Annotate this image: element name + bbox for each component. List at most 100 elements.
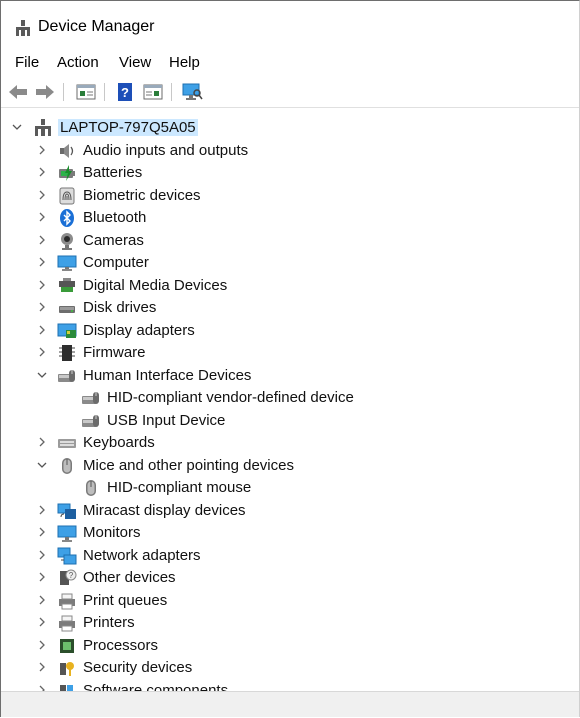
- camera-icon: [61, 232, 73, 250]
- miracast-icon: [57, 503, 76, 519]
- chevron-right-icon[interactable]: [36, 300, 48, 314]
- tree-node-software-components[interactable]: Software components: [1, 680, 579, 692]
- tree-node-label: Miracast display devices: [83, 501, 246, 519]
- tree-node-label: Mice and other pointing devices: [83, 456, 294, 474]
- media-device-icon: [59, 277, 75, 292]
- forward-icon[interactable]: [34, 81, 56, 103]
- properties-icon[interactable]: [75, 81, 97, 103]
- tree-node-label: Firmware: [83, 344, 146, 361]
- chevron-right-icon[interactable]: [36, 345, 48, 359]
- tree-node-audio-inputs-and-outputs[interactable]: Audio inputs and outputs: [1, 140, 579, 162]
- chevron-right-icon[interactable]: [36, 143, 48, 157]
- tree-node-label: Security devices: [83, 659, 193, 676]
- tree-node-label: Biometric devices: [83, 186, 201, 204]
- scan-hardware-icon[interactable]: [181, 81, 203, 103]
- mouse-icon: [62, 457, 72, 474]
- chevron-right-icon[interactable]: [36, 615, 48, 629]
- chevron-right-icon[interactable]: [36, 323, 48, 337]
- tree-node-security-devices[interactable]: Security devices: [1, 657, 579, 679]
- tree-child-usb-input-device[interactable]: USB Input Device: [1, 410, 579, 432]
- tree-node-label: Software components: [83, 681, 229, 692]
- tree-child-label: USB Input Device: [107, 411, 226, 429]
- chevron-right-icon[interactable]: [36, 165, 48, 179]
- tree-node-digital-media-devices[interactable]: Digital Media Devices: [1, 275, 579, 297]
- toolbar: ?: [1, 77, 579, 108]
- back-icon[interactable]: [7, 81, 29, 103]
- tree-node-firmware[interactable]: Firmware: [1, 342, 579, 364]
- menu-bar: File Action View Help: [1, 50, 579, 74]
- help-icon[interactable]: ?: [114, 81, 136, 103]
- tree-root[interactable]: LAPTOP-797Q5A05: [1, 117, 579, 139]
- chevron-down-icon[interactable]: [36, 368, 48, 382]
- tree-node-bluetooth[interactable]: Bluetooth: [1, 207, 579, 229]
- window-title: Device Manager: [38, 18, 155, 35]
- tree-node-print-queues[interactable]: Print queues: [1, 590, 579, 612]
- device-manager-icon: [16, 20, 30, 36]
- chevron-down-icon[interactable]: [36, 458, 48, 472]
- tree-node-cameras[interactable]: Cameras: [1, 230, 579, 252]
- tree-node-disk-drives[interactable]: Disk drives: [1, 297, 579, 319]
- processor-icon: [60, 638, 74, 653]
- menu-view[interactable]: View: [119, 54, 151, 71]
- monitor-icon: [57, 525, 77, 542]
- bluetooth-icon: [60, 209, 74, 227]
- tree-node-printers[interactable]: Printers: [1, 612, 579, 634]
- chevron-right-icon[interactable]: [36, 593, 48, 607]
- chevron-right-icon[interactable]: [36, 233, 48, 247]
- tree-child-hid-compliant-vendor-defined-device[interactable]: HID-compliant vendor-defined device: [1, 387, 579, 409]
- chevron-right-icon[interactable]: [36, 503, 48, 517]
- tree-node-label: Cameras: [83, 231, 144, 249]
- tree-node-label: Computer: [83, 254, 149, 271]
- other-devices-icon: ?: [60, 569, 77, 585]
- tree-node-human-interface-devices[interactable]: Human Interface Devices: [1, 365, 579, 387]
- chevron-right-icon[interactable]: [36, 638, 48, 652]
- tree-node-other-devices[interactable]: ? Other devices: [1, 567, 579, 589]
- tree-node-label: Network adapters: [83, 546, 201, 564]
- menu-help[interactable]: Help: [169, 54, 200, 71]
- tree-node-mice-and-other-pointing-devices[interactable]: Mice and other pointing devices: [1, 455, 579, 477]
- tree-child-label: HID-compliant mouse: [107, 479, 252, 496]
- device-tree: LAPTOP-797Q5A05 Audio inputs and outputs…: [1, 113, 579, 691]
- update-driver-icon[interactable]: [142, 81, 164, 103]
- tree-child-label: HID-compliant vendor-defined device: [107, 389, 354, 406]
- computer-icon: [57, 255, 77, 271]
- chevron-right-icon[interactable]: [36, 570, 48, 584]
- tree-node-monitors[interactable]: Monitors: [1, 522, 579, 544]
- menu-file[interactable]: File: [15, 54, 39, 71]
- tree-node-label: Audio inputs and outputs: [83, 141, 249, 159]
- printer-icon: [59, 615, 75, 632]
- chevron-right-icon[interactable]: [36, 278, 48, 292]
- tree-node-label: Keyboards: [83, 434, 155, 451]
- chevron-right-icon[interactable]: [36, 435, 48, 449]
- title-bar: Device Manager: [1, 9, 579, 49]
- toolbar-separator: [104, 83, 105, 101]
- chevron-right-icon[interactable]: [36, 660, 48, 674]
- tree-node-keyboards[interactable]: Keyboards: [1, 432, 579, 454]
- hid-icon: [82, 414, 99, 427]
- audio-icon: [60, 143, 74, 158]
- toolbar-separator: [171, 83, 172, 101]
- tree-node-label: Processors: [83, 636, 159, 654]
- chevron-right-icon[interactable]: [36, 188, 48, 202]
- tree-node-processors[interactable]: Processors: [1, 635, 579, 657]
- tree-node-display-adapters[interactable]: Display adapters: [1, 320, 579, 342]
- svg-text:?: ?: [121, 85, 129, 100]
- keyboard-icon: [58, 439, 76, 448]
- chevron-right-icon[interactable]: [36, 548, 48, 562]
- chevron-right-icon[interactable]: [36, 525, 48, 539]
- tree-node-label: Other devices: [83, 569, 176, 586]
- tree-node-computer[interactable]: Computer: [1, 252, 579, 274]
- tree-node-label: Monitors: [83, 524, 141, 541]
- tree-node-batteries[interactable]: Batteries: [1, 162, 579, 184]
- tree-node-network-adapters[interactable]: Network adapters: [1, 545, 579, 567]
- network-icon: [57, 547, 77, 564]
- menu-action[interactable]: Action: [57, 54, 99, 71]
- chevron-down-icon[interactable]: [11, 120, 23, 134]
- chevron-right-icon[interactable]: [36, 255, 48, 269]
- mouse-icon: [86, 480, 96, 496]
- chevron-right-icon[interactable]: [36, 683, 48, 691]
- chevron-right-icon[interactable]: [36, 210, 48, 224]
- tree-node-biometric-devices[interactable]: Biometric devices: [1, 185, 579, 207]
- tree-node-miracast-display-devices[interactable]: Miracast display devices: [1, 500, 579, 522]
- tree-child-hid-compliant-mouse[interactable]: HID-compliant mouse: [1, 477, 579, 499]
